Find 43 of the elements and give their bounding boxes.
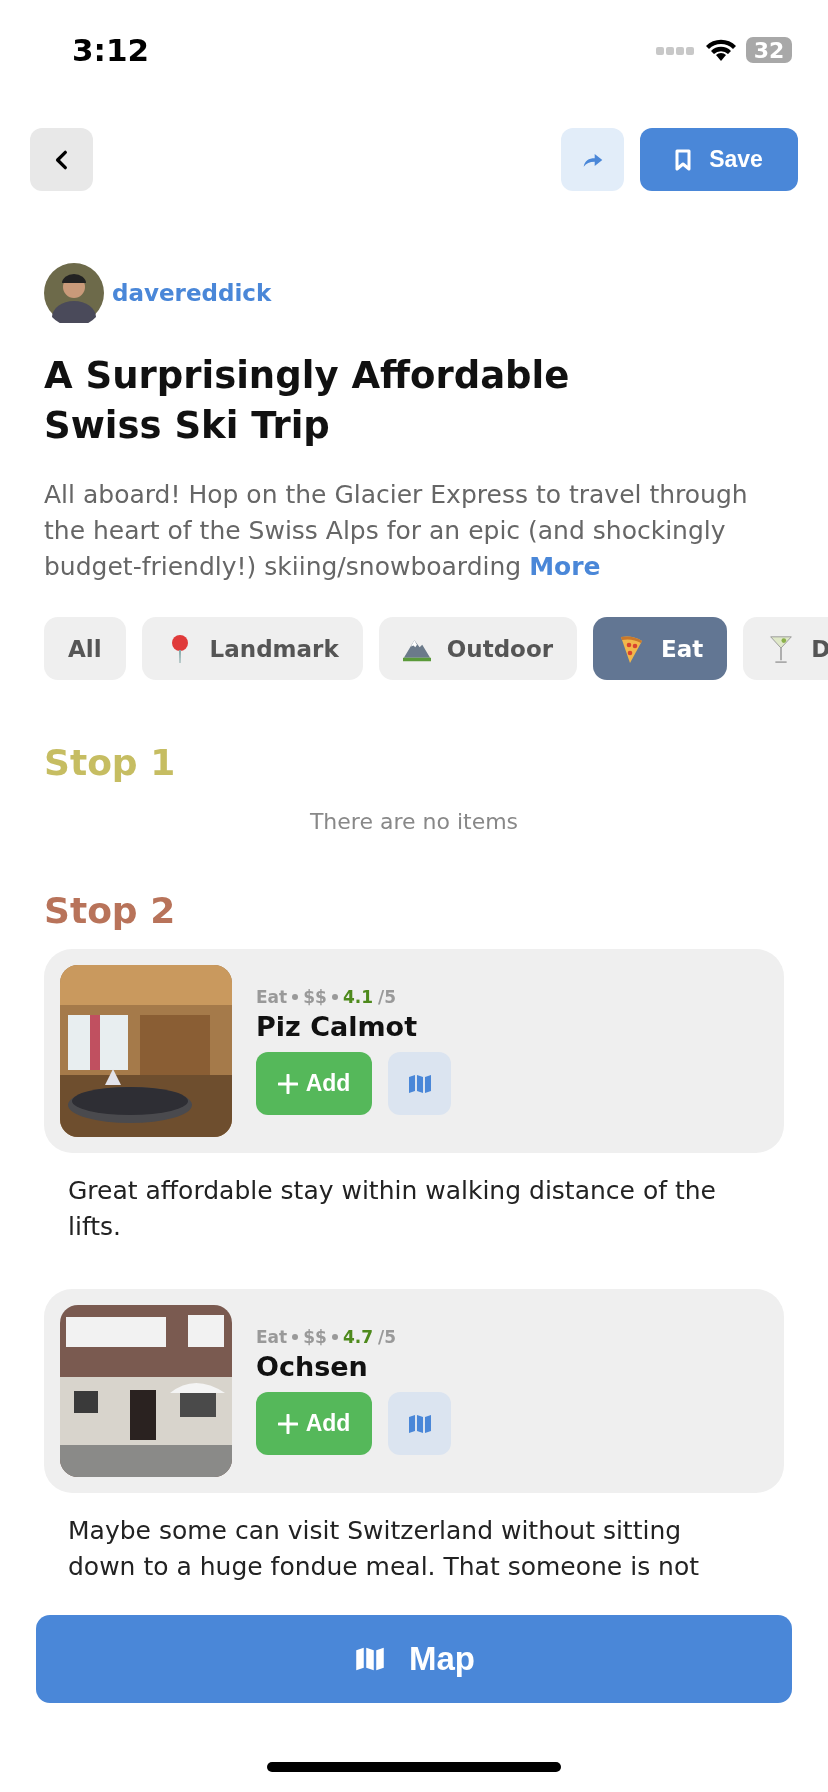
price-text: $$ <box>303 1327 327 1347</box>
rating-text: 4.7 <box>342 1327 373 1347</box>
stop-heading: Stop 1 <box>44 742 177 783</box>
empty-message: There are no items <box>308 809 520 834</box>
place-name: Ochsen <box>256 1351 369 1382</box>
bookmark-icon <box>675 148 692 171</box>
separator-dot <box>331 994 338 1000</box>
status-time: 3:12 <box>72 32 150 68</box>
map-button[interactable] <box>388 1052 451 1115</box>
filter-chip[interactable]: Landmark <box>141 617 363 680</box>
place-note: Maybe some can visit Switzerland without sitting down to a huge fondue meal. That someone is not <box>68 1515 701 1583</box>
signal-icon <box>656 44 696 56</box>
battery-level: 32 <box>753 37 785 63</box>
filter-chip[interactable]: Eat <box>593 617 728 680</box>
plus-icon <box>277 1413 298 1434</box>
separator-dot <box>292 994 299 1000</box>
share-button[interactable] <box>561 128 624 191</box>
rating-scale-text: /5 <box>378 987 397 1007</box>
map-button[interactable]: Map <box>36 1615 792 1703</box>
place-name: Piz Calmot <box>256 1011 419 1042</box>
trip-title: A Surprisingly Affordable Swiss Ski Trip <box>44 353 571 449</box>
price-text: $$ <box>303 987 327 1007</box>
more-link[interactable]: More <box>529 552 601 581</box>
filter-chip[interactable]: All <box>44 617 126 680</box>
stop-heading: Stop 2 <box>44 890 177 931</box>
separator-dot <box>292 1334 299 1340</box>
separator-dot <box>331 1334 338 1340</box>
add-button[interactable]: Add <box>256 1052 372 1115</box>
filter-chip[interactable]: Outdoor <box>378 617 578 680</box>
rating-text: 4.1 <box>342 987 373 1007</box>
trip-description: All aboard! Hop on the Glacier Express to travel through the heart of the Swiss Alps for an epic (and shockingly budget-friendly!) skiing/snowboarding More <box>44 479 749 583</box>
avatar-icon <box>44 263 104 323</box>
place-note: Great affordable stay within walking distance of the lifts. <box>68 1175 717 1243</box>
username-link[interactable]: davereddick <box>112 280 272 306</box>
category-text: Eat <box>256 987 288 1007</box>
category-text: Eat <box>256 1327 288 1347</box>
add-button[interactable]: Add <box>256 1392 372 1455</box>
map-button[interactable] <box>388 1392 451 1455</box>
plus-icon <box>277 1073 298 1094</box>
rating-scale-text: /5 <box>378 1327 397 1347</box>
wifi-icon <box>706 39 736 61</box>
back-button[interactable] <box>30 128 93 191</box>
save-button[interactable]: Save <box>640 128 798 191</box>
